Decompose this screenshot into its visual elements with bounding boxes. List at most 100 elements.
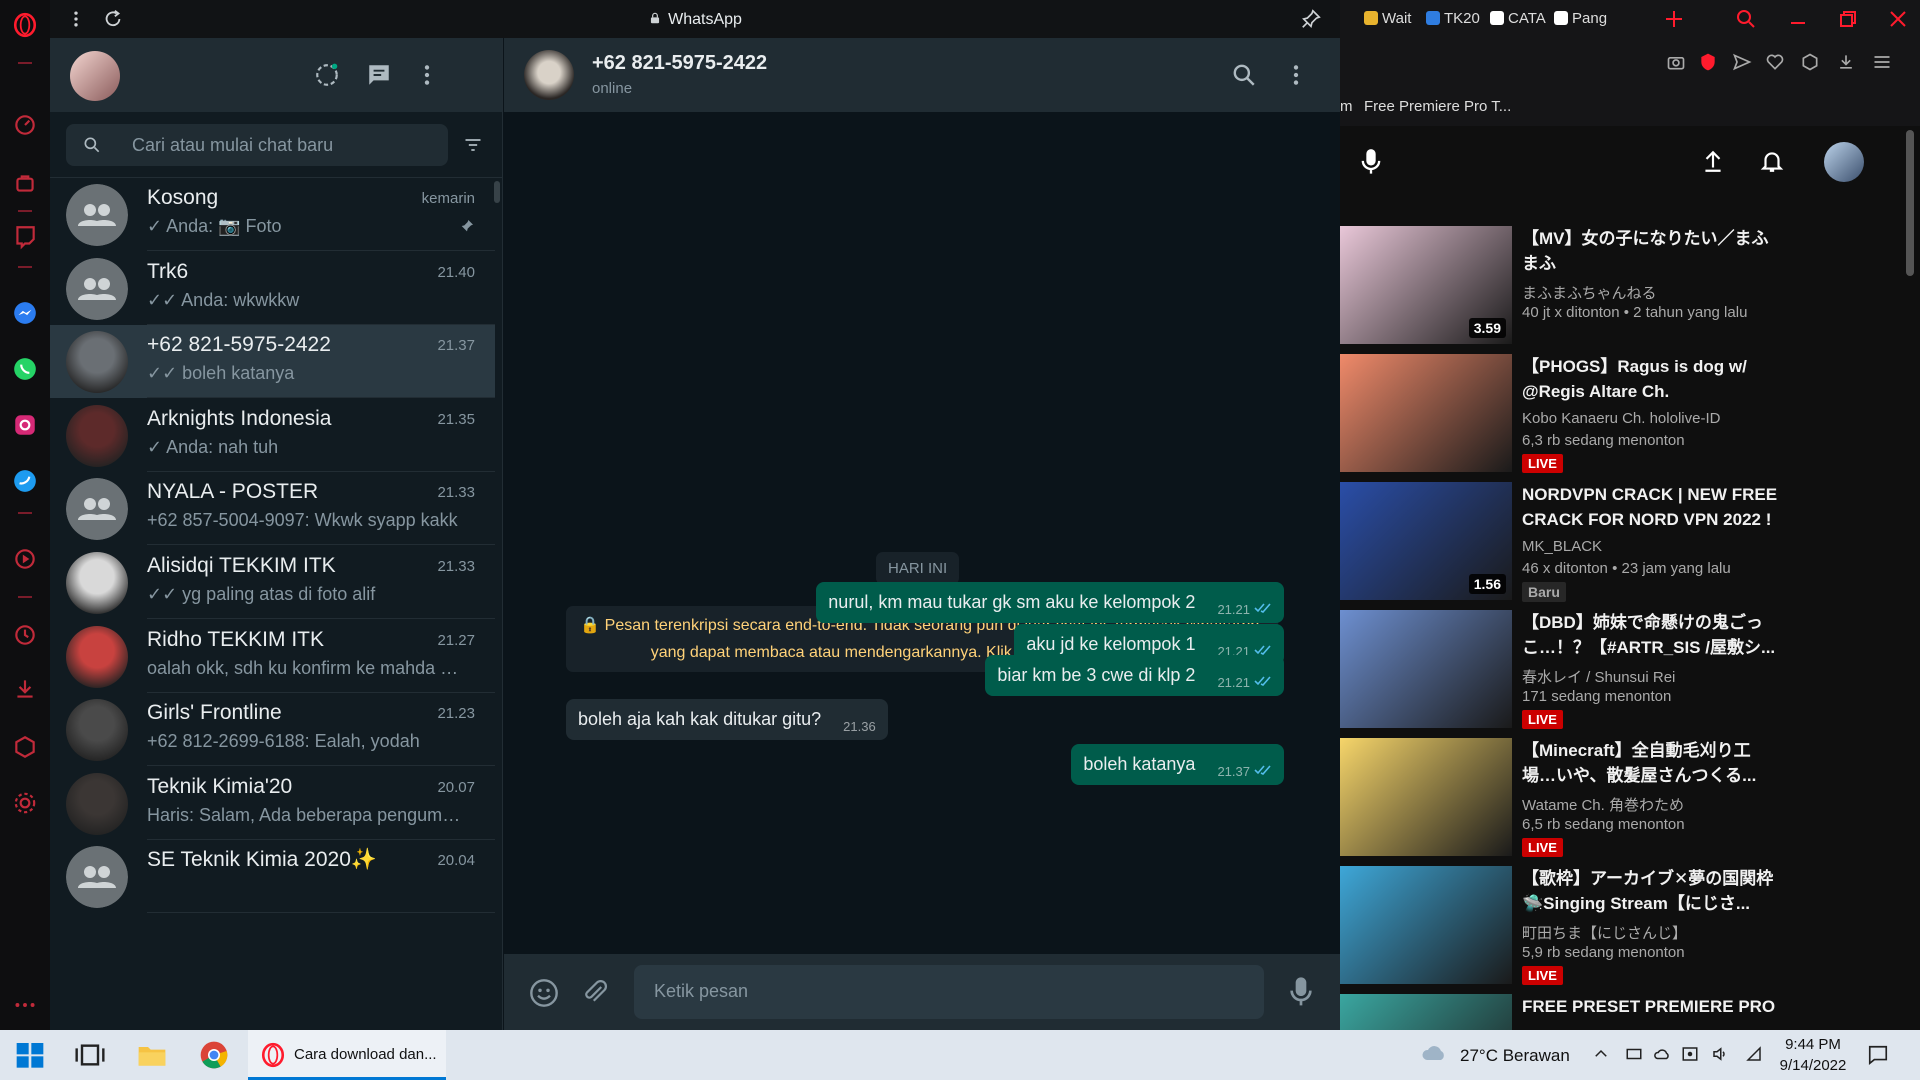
video-thumbnail[interactable]	[1340, 866, 1512, 984]
browser-tab[interactable]: Pang	[1554, 10, 1614, 30]
video-item[interactable]: 3.59 【MV】女の子になりたい／まふまふ まふまふちゃんねる 40 jt x di…	[1340, 226, 1920, 350]
cloud-icon[interactable]	[1420, 1042, 1448, 1066]
cube-icon[interactable]	[1800, 52, 1820, 72]
video-title[interactable]: 【MV】女の子になりたい／まふまふ	[1522, 226, 1782, 276]
twitch-icon[interactable]	[12, 224, 38, 250]
windows-start-icon[interactable]	[14, 1039, 46, 1071]
video-item[interactable]: 【DBD】姉妹で命懸けの鬼ごっこ…！？【#ARTR_SIS /屋敷シ... 春水レ…	[1340, 610, 1920, 734]
more-icon[interactable]	[12, 992, 38, 1018]
video-thumbnail[interactable]: 1.56	[1340, 482, 1512, 600]
my-avatar[interactable]	[70, 51, 120, 101]
taskbar-opera-app[interactable]: Cara download dan...	[248, 1030, 446, 1080]
chat-item[interactable]: Alisidqi TEKKIM ITK 21.33 ✓✓ yg paling ata…	[50, 546, 495, 619]
video-title[interactable]: 【歌枠】アーカイブ✕夢の国関枠🛸Singing Stream【にじさ...	[1522, 866, 1782, 916]
clock[interactable]: 9:44 PM 9/14/2022	[1770, 1034, 1856, 1076]
chat-item[interactable]: Teknik Kimia'20 20.07 Haris: Salam, Ada be…	[50, 767, 495, 840]
wifi-icon[interactable]	[1744, 1045, 1764, 1063]
account-avatar[interactable]	[1824, 142, 1864, 182]
player-icon[interactable]	[12, 546, 38, 572]
chat-item[interactable]: Girls' Frontline 21.23 +62 812-2699-6188: …	[50, 693, 495, 767]
outgoing-message[interactable]: nurul, km mau tukar gk sm aku ke kelompo…	[816, 582, 1284, 623]
device-icon[interactable]	[1624, 1045, 1644, 1063]
chat-item[interactable]: SE Teknik Kimia 2020✨ 20.04	[50, 840, 495, 914]
new-tab-icon[interactable]	[1662, 7, 1686, 31]
video-item[interactable]: 【Minecraft】全自動毛刈り工場…いや、散髪屋さんつくる... Watame…	[1340, 738, 1920, 862]
messenger-icon[interactable]	[12, 300, 38, 326]
video-thumbnail[interactable]	[1340, 354, 1512, 472]
emoji-icon[interactable]	[528, 977, 560, 1009]
outgoing-message[interactable]: boleh katanya 21.37	[1071, 744, 1284, 785]
video-channel[interactable]: 春水レイ / Shunsui Rei	[1522, 666, 1675, 687]
video-channel[interactable]: まふまふちゃんねる	[1522, 282, 1657, 303]
mic-icon[interactable]	[1360, 148, 1382, 176]
send-icon[interactable]	[1732, 52, 1752, 72]
speed-dial-icon[interactable]	[12, 112, 38, 138]
video-thumbnail[interactable]: 3.59	[1340, 226, 1512, 344]
attach-icon[interactable]	[580, 977, 610, 1007]
chat-item[interactable]: Arknights Indonesia 21.35 ✓ Anda: nah tuh	[50, 399, 495, 472]
browser-tab[interactable]: TK20	[1426, 10, 1486, 30]
chat-item[interactable]: NYALA - POSTER 21.33 +62 857-5004-9097: Wk…	[50, 472, 495, 546]
extensions-icon[interactable]	[12, 734, 38, 760]
chrome-icon[interactable]	[198, 1039, 230, 1071]
file-explorer-icon[interactable]	[136, 1039, 168, 1071]
video-item[interactable]: FREE PRESET PREMIERE PRO	[1340, 994, 1920, 1030]
search-input[interactable]: Cari atau mulai chat baru	[66, 124, 448, 166]
video-thumbnail[interactable]	[1340, 994, 1512, 1030]
pin-panel-icon[interactable]	[1300, 8, 1322, 30]
shield-icon[interactable]	[1698, 52, 1718, 72]
twitter-icon[interactable]	[12, 468, 38, 494]
volume-icon[interactable]	[1710, 1045, 1730, 1063]
message-input[interactable]: Ketik pesan	[634, 965, 1264, 1019]
filter-icon[interactable]	[462, 135, 484, 155]
chat-list-scrollbar[interactable]	[494, 181, 500, 203]
video-title[interactable]: NORDVPN CRACK | NEW FREE CRACK FOR NORD …	[1522, 482, 1782, 532]
onedrive-icon[interactable]	[1652, 1045, 1672, 1063]
heart-icon[interactable]	[1765, 52, 1785, 72]
chat-item[interactable]: +62 821-5975-2422 21.37 ✓✓ boleh katanya	[50, 325, 495, 399]
video-item[interactable]: 【PHOGS】Ragus is dog w/ @Regis Altare Ch.…	[1340, 354, 1920, 478]
video-title[interactable]: 【DBD】姉妹で命懸けの鬼ごっこ…！？【#ARTR_SIS /屋敷シ...	[1522, 610, 1782, 660]
chat-item[interactable]: Ridho TEKKIM ITK 21.27 oalah okk, sdh ku k…	[50, 620, 495, 693]
weather-text[interactable]: 27°C Berawan	[1460, 1046, 1570, 1066]
opera-logo-icon[interactable]	[12, 12, 38, 38]
video-channel[interactable]: Kobo Kanaeru Ch. hololive-ID	[1522, 410, 1720, 427]
menu-icon[interactable]	[414, 62, 440, 88]
video-thumbnail[interactable]	[1340, 738, 1512, 856]
conversation-menu-icon[interactable]	[1283, 62, 1309, 88]
bookmark-item[interactable]: Free Premiere Pro T...	[1364, 98, 1511, 115]
close-window-icon[interactable]	[1886, 7, 1910, 31]
minimize-icon[interactable]	[1786, 7, 1810, 31]
video-title[interactable]: 【PHOGS】Ragus is dog w/ @Regis Altare Ch.…	[1522, 354, 1782, 404]
chat-item[interactable]: Kosong kemarin ✓ Anda: 📷 Foto	[50, 178, 495, 251]
bell-icon[interactable]	[1759, 148, 1785, 174]
download-icon[interactable]	[1836, 52, 1856, 72]
search-messages-icon[interactable]	[1231, 62, 1257, 88]
chat-item[interactable]: Trk6 21.40 ✓✓ Anda: wkwkkw	[50, 252, 495, 325]
bookmark-m-icon[interactable]: m	[1340, 98, 1353, 115]
instagram-icon[interactable]	[12, 412, 38, 438]
download-icon[interactable]	[12, 676, 38, 702]
video-title[interactable]: FREE PRESET PREMIERE PRO	[1522, 994, 1782, 1019]
status-icon[interactable]	[314, 62, 340, 88]
browser-tab[interactable]: Wait	[1364, 10, 1424, 30]
video-channel[interactable]: Watame Ch. 角巻わため	[1522, 794, 1684, 815]
snapshot-icon[interactable]	[1666, 52, 1686, 72]
security-icon[interactable]	[1680, 1045, 1700, 1063]
notifications-icon[interactable]	[1866, 1044, 1890, 1066]
video-item[interactable]: 【歌枠】アーカイブ✕夢の国関枠🛸Singing Stream【にじさ... 町田ち…	[1340, 866, 1920, 990]
microphone-icon[interactable]	[1290, 976, 1312, 1008]
video-item[interactable]: 1.56 NORDVPN CRACK | NEW FREE CRACK FOR N…	[1340, 482, 1920, 606]
search-tabs-icon[interactable]	[1734, 7, 1758, 31]
browser-tab[interactable]: CATA	[1490, 10, 1550, 30]
contact-avatar[interactable]	[524, 50, 574, 100]
task-view-icon[interactable]	[74, 1039, 106, 1071]
upload-icon[interactable]	[1700, 148, 1726, 174]
video-channel[interactable]: 町田ちま【にじさんじ】	[1522, 922, 1687, 943]
contact-name[interactable]: +62 821-5975-2422	[592, 52, 767, 75]
video-thumbnail[interactable]	[1340, 610, 1512, 728]
chevron-up-icon[interactable]	[1592, 1045, 1610, 1063]
video-title[interactable]: 【Minecraft】全自動毛刈り工場…いや、散髪屋さんつくる...	[1522, 738, 1782, 788]
bag-icon[interactable]	[12, 170, 38, 196]
new-chat-icon[interactable]	[366, 62, 392, 88]
